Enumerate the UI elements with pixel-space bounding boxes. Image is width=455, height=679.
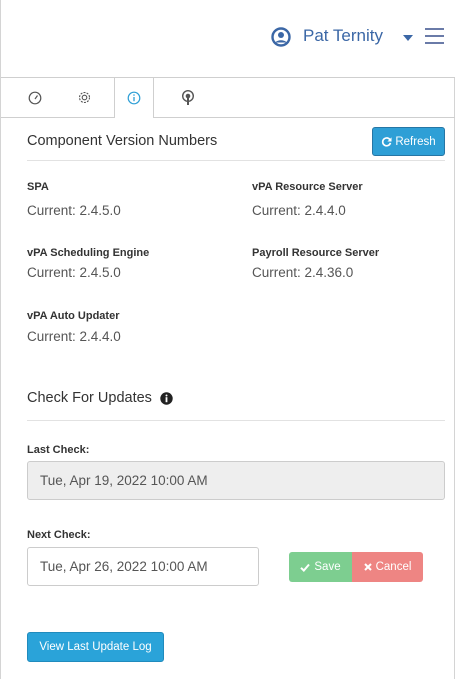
top-bar: Pat Ternity [1, 0, 455, 78]
cancel-button[interactable]: Cancel [352, 552, 423, 582]
tab-divider [1, 117, 114, 118]
info-circle-icon[interactable] [160, 391, 173, 405]
last-check-label: Last Check: [27, 444, 90, 456]
tab-dashboard[interactable] [15, 78, 55, 117]
next-check-label: Next Check: [27, 529, 91, 541]
component-version: Current: 2.4.5.0 [27, 203, 121, 218]
check-icon [300, 563, 311, 572]
updates-title-label: Check For Updates [27, 390, 152, 406]
save-button[interactable]: Save [289, 552, 352, 582]
tab-settings[interactable] [64, 78, 104, 117]
tab-bar [1, 78, 455, 118]
next-check-field[interactable]: Tue, Apr 26, 2022 10:00 AM [27, 547, 259, 586]
refresh-icon [382, 137, 392, 147]
component-version: Current: 2.4.5.0 [27, 265, 121, 280]
updates-title: Check For Updates [27, 390, 173, 406]
component-version: Current: 2.4.36.0 [252, 265, 354, 280]
component-name: Payroll Resource Server [252, 247, 380, 259]
caret-down-icon[interactable] [403, 35, 413, 41]
versions-title: Component Version Numbers [27, 133, 218, 149]
cancel-label: Cancel [375, 561, 412, 573]
speedometer-icon [28, 91, 42, 104]
component-name: SPA [27, 181, 49, 193]
component-name: vPA Auto Updater [27, 310, 120, 322]
component-version: Current: 2.4.4.0 [27, 329, 121, 344]
user-circle-icon[interactable] [271, 27, 291, 47]
last-check-field: Tue, Apr 19, 2022 10:00 AM [27, 461, 445, 500]
section-divider [27, 160, 445, 161]
broadcast-icon [182, 89, 194, 105]
tab-broadcast[interactable] [168, 78, 208, 117]
view-update-log-button[interactable]: View Last Update Log [27, 632, 164, 662]
hamburger-menu-icon[interactable] [425, 28, 444, 44]
component-name: vPA Resource Server [252, 181, 363, 193]
tab-divider [154, 117, 455, 118]
info-icon [127, 91, 141, 105]
settings-panel: Pat Ternity Component Version Numbers Re… [0, 0, 455, 679]
user-name[interactable]: Pat Ternity [303, 26, 383, 46]
close-icon [363, 563, 372, 571]
component-version: Current: 2.4.4.0 [252, 203, 346, 218]
refresh-label: Refresh [395, 135, 436, 148]
save-label: Save [314, 561, 341, 573]
tab-info[interactable] [114, 78, 154, 118]
component-name: vPA Scheduling Engine [27, 247, 150, 259]
gear-icon [78, 91, 90, 104]
refresh-button[interactable]: Refresh [372, 127, 445, 156]
section-divider [27, 420, 445, 421]
